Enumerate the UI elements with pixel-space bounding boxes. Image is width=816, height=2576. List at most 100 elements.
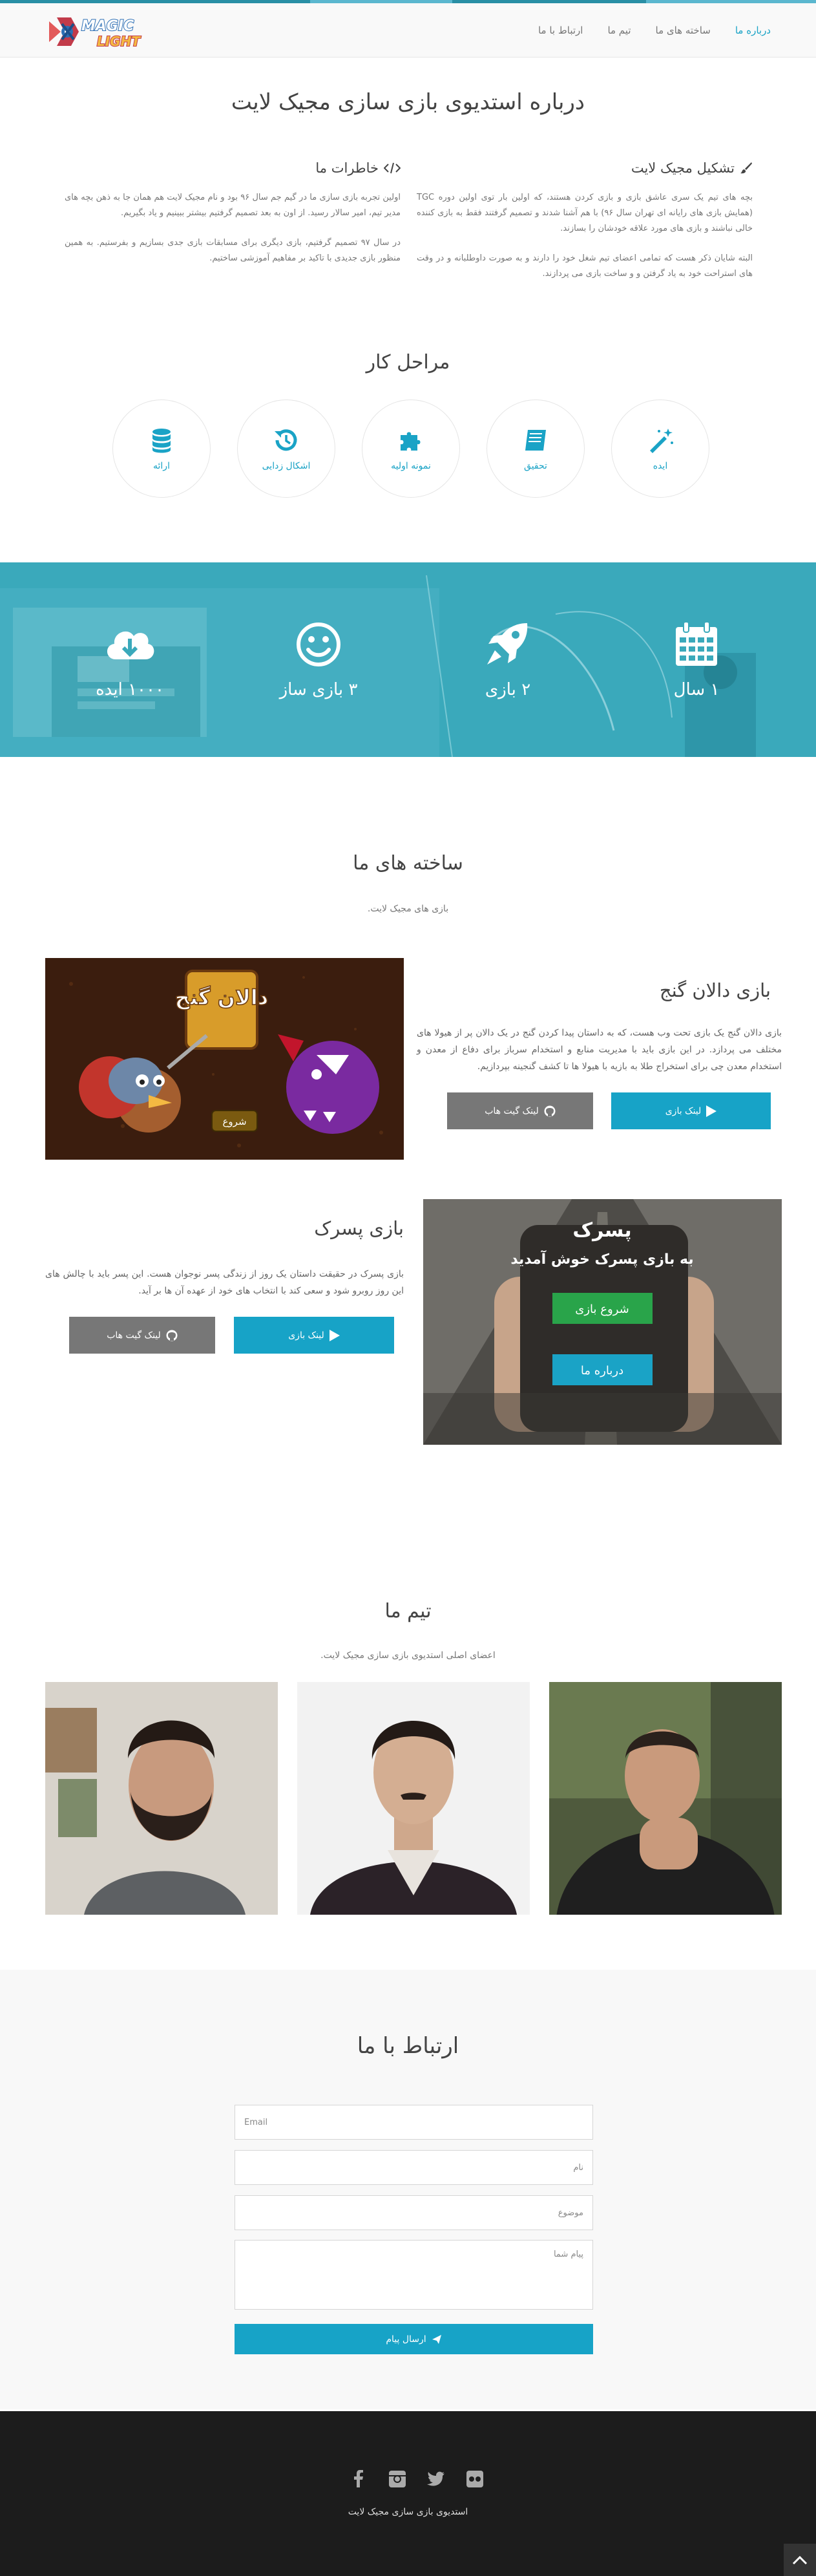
- process-step-idea: ایده: [611, 399, 709, 498]
- book-icon: [525, 430, 546, 451]
- github-icon: [166, 1330, 178, 1341]
- nav-link-projects[interactable]: ساخته های ما: [656, 25, 711, 36]
- nav-links: درباره ما ساخته های ما تیم ما ارتباط با …: [538, 3, 771, 58]
- team-member-photo: [549, 1682, 782, 1915]
- github-link-button[interactable]: لینک گیت هاب: [447, 1092, 593, 1129]
- contact-title: ارتباط با ما: [357, 2033, 459, 2059]
- logo[interactable]: MAGIC LIGHT: [45, 12, 155, 51]
- nav-link-contact[interactable]: ارتباط با ما: [538, 25, 583, 36]
- boy-image-about: درباره ما: [581, 1364, 623, 1378]
- project-image-title: دالان گنج: [175, 985, 268, 1010]
- projects-subtitle: بازی های مجیک لایت.: [367, 904, 449, 914]
- formation-title: تشکیل مجیک لایت: [631, 160, 735, 176]
- memories-paragraph-2: در سال ۹۷ تصمیم گرفتیم، بازی دیگری برای …: [65, 238, 401, 263]
- project-title: بازی دالان گنج: [659, 979, 771, 1001]
- nav-link-about[interactable]: درباره ما: [735, 25, 771, 36]
- stat-developers: ۳ بازی ساز: [254, 621, 383, 699]
- team-member-photo: [45, 1682, 278, 1915]
- footer: استدیوی بازی سازی مجیک لایت: [0, 2411, 816, 2576]
- flickr-icon[interactable]: [465, 2469, 485, 2489]
- play-icon: [706, 1105, 717, 1117]
- project-title: بازی پسرک: [314, 1217, 404, 1239]
- instagram-icon[interactable]: [388, 2469, 407, 2489]
- boy-image-title: پسرک: [572, 1219, 631, 1242]
- stat-years: ۱ سال: [632, 621, 761, 699]
- name-field[interactable]: نام: [235, 2150, 593, 2185]
- name-placeholder: نام: [573, 2162, 583, 2173]
- stat-games: ۲ بازی: [443, 621, 572, 699]
- process-step-delivery: ارائه: [112, 399, 211, 498]
- email-field[interactable]: Email: [235, 2105, 593, 2140]
- process-step-debug: اشکال زدایی: [237, 399, 335, 498]
- message-textarea[interactable]: پیام شما: [235, 2240, 593, 2310]
- navbar: MAGIC LIGHT درباره ما ساخته های ما تیم م…: [0, 3, 816, 58]
- process-title: مراحل کار: [366, 351, 450, 374]
- process-step-research: تحقیق: [486, 399, 585, 498]
- smile-icon: [297, 623, 340, 666]
- github-link-button[interactable]: لینک گیت هاب: [69, 1317, 215, 1354]
- process-step-prototype: نمونه اولیه: [362, 399, 460, 498]
- project-image-treasure-hall[interactable]: دالان گنج شروع: [45, 958, 404, 1160]
- stat-value: ۲ بازی: [485, 680, 531, 699]
- team-title: تیم ما: [384, 1600, 432, 1623]
- logo-text-bottom: LIGHT: [97, 34, 141, 49]
- back-to-top-button[interactable]: [784, 2544, 816, 2576]
- stat-ideas: ۱۰۰۰ ایده: [65, 621, 194, 699]
- brush-icon: [740, 162, 752, 174]
- process-step-label: نمونه اولیه: [391, 461, 431, 471]
- play-game-button[interactable]: لینک بازی: [611, 1092, 771, 1129]
- logo-text-top: MAGIC: [81, 18, 134, 34]
- projects-title: ساخته های ما: [353, 852, 463, 875]
- cloud-download-icon: [107, 631, 154, 659]
- stats-band: ۱ سال ۲ بازی ۳ بازی ساز ۱۰۰۰ ایده: [0, 562, 816, 757]
- about-column-formation: تشکیل مجیک لایت بچه های تیم یک سری عاشق …: [417, 160, 753, 296]
- play-button-label: لینک بازی: [665, 1105, 702, 1116]
- play-icon: [329, 1329, 340, 1341]
- team-member-photo: [297, 1682, 530, 1915]
- project-image-button: شروع: [222, 1116, 246, 1127]
- twitter-icon[interactable]: [426, 2469, 446, 2489]
- database-icon: [152, 429, 171, 453]
- github-button-label: لینک گیت هاب: [485, 1105, 539, 1116]
- stat-value: ۱۰۰۰ ایده: [96, 680, 164, 699]
- about-column-memories: خاطرات ما اولین تجربه بازی سازی ما در گی…: [65, 160, 401, 281]
- send-message-button[interactable]: ارسال پیام: [235, 2324, 593, 2354]
- subject-placeholder: موضوع: [558, 2208, 583, 2218]
- project-image-boy[interactable]: پسرک به بازی پسرک خوش آمدید شروع بازی در…: [423, 1199, 782, 1445]
- memories-paragraph-1: اولین تجربه بازی سازی ما در گیم جم سال ۹…: [65, 193, 401, 218]
- project-description: بازی پسرک در حقیقت داستان یک روز از زندگ…: [45, 1269, 404, 1296]
- social-links: [349, 2469, 485, 2489]
- formation-heading: تشکیل مجیک لایت: [417, 160, 753, 176]
- nav-link-team[interactable]: تیم ما: [607, 25, 631, 36]
- chevron-up-icon: [792, 2555, 808, 2565]
- process-step-label: ارائه: [153, 461, 170, 471]
- email-placeholder: Email: [244, 2117, 268, 2127]
- play-game-button[interactable]: لینک بازی: [234, 1317, 394, 1354]
- process-step-label: ایده: [653, 461, 668, 471]
- paper-plane-icon: [432, 2334, 441, 2344]
- process-step-label: اشکال زدایی: [262, 461, 311, 471]
- github-button-label: لینک گیت هاب: [107, 1330, 161, 1341]
- play-button-label: لینک بازی: [288, 1330, 324, 1341]
- puzzle-icon: [401, 432, 421, 451]
- project-description: بازی دالان گنج یک بازی تحت وب هست، که به…: [417, 1028, 782, 1072]
- github-icon: [544, 1105, 556, 1116]
- subject-field[interactable]: موضوع: [235, 2195, 593, 2230]
- about-title: درباره استدیوی بازی سازی مجیک لایت: [231, 89, 585, 115]
- copyright-text: استدیوی بازی سازی مجیک لایت: [348, 2507, 468, 2517]
- calendar-icon: [676, 621, 717, 666]
- team-subtitle: اعضای اصلی استدیوی بازی سازی مجیک لایت.: [320, 1650, 496, 1661]
- facebook-icon[interactable]: [349, 2469, 368, 2489]
- formation-paragraph-2: البته شایان ذکر هست که تمامی اعضای تیم ش…: [417, 253, 753, 279]
- boy-image-start: شروع بازی: [575, 1303, 629, 1316]
- message-placeholder: پیام شما: [553, 2250, 583, 2259]
- stat-value: ۱ سال: [673, 680, 720, 699]
- stat-value: ۳ بازی ساز: [279, 680, 358, 699]
- memories-title: خاطرات ما: [315, 160, 379, 176]
- boy-image-welcome: به بازی پسرک خوش آمدید: [510, 1250, 693, 1268]
- send-button-label: ارسال پیام: [386, 2334, 426, 2345]
- code-icon: [384, 162, 401, 174]
- history-icon: [275, 429, 297, 451]
- magic-wand-icon: [650, 429, 673, 453]
- process-step-label: تحقیق: [524, 461, 547, 471]
